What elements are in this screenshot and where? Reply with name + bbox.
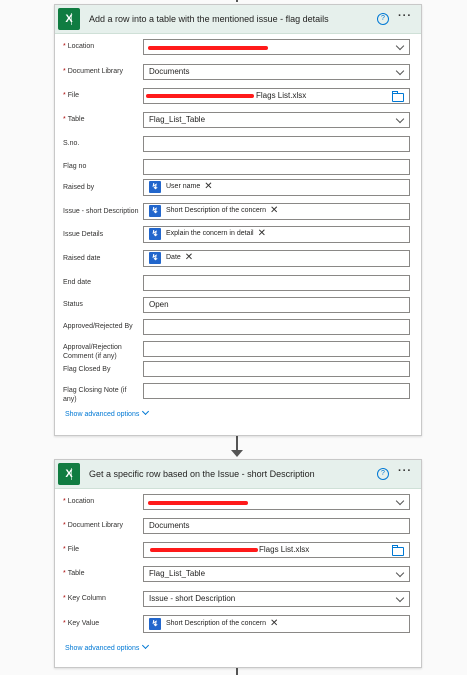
- card-title: Add a row into a table with the mentione…: [89, 14, 329, 24]
- excel-icon: X: [58, 463, 80, 485]
- end-date-input[interactable]: [143, 275, 410, 291]
- raised-date-input[interactable]: ↯ Date ✕: [143, 250, 410, 267]
- help-icon[interactable]: ?: [377, 468, 389, 480]
- status-input[interactable]: Open: [143, 297, 410, 313]
- table-label: * Table: [63, 570, 85, 577]
- file-picker[interactable]: Flags List.xlsx: [143, 542, 410, 558]
- card-header[interactable]: X Get a specific row based on the Issue …: [55, 460, 421, 489]
- chevron-down-icon: [142, 407, 150, 416]
- issue-short-description-label: Issue - short Description: [63, 208, 139, 215]
- approved-rejected-by-label: Approved/Rejected By: [63, 323, 133, 330]
- document-library-label: * Document Library: [63, 522, 123, 529]
- file-label: * File: [63, 92, 80, 99]
- flag-no-input[interactable]: [143, 159, 410, 175]
- user-icon: ↯: [149, 205, 161, 217]
- raised-by-label: Raised by: [63, 184, 95, 191]
- file-picker[interactable]: Flags List.xlsx: [143, 88, 410, 104]
- location-label: * Location: [63, 43, 95, 50]
- redaction-mark: [146, 94, 254, 98]
- top-connector: [236, 0, 238, 2]
- token-label: User name: [166, 183, 201, 190]
- raised-by-input[interactable]: ↯ User name ✕: [143, 179, 410, 196]
- location-label: * Location: [63, 498, 95, 505]
- document-library-dropdown[interactable]: Documents: [143, 64, 410, 80]
- approval-comment-label: Approval/Rejection Comment (if any): [63, 344, 122, 360]
- more-options-icon[interactable]: ···: [398, 10, 412, 22]
- key-value-input[interactable]: ↯ Short Description of the concern ✕: [143, 615, 410, 633]
- flag-closing-note-input[interactable]: [143, 383, 410, 399]
- approval-comment-input[interactable]: [143, 341, 410, 357]
- token-label: Short Description of the concern: [166, 207, 266, 214]
- remove-token-icon[interactable]: ✕: [258, 229, 266, 239]
- more-options-icon[interactable]: ···: [398, 465, 412, 477]
- chevron-down-icon: [142, 641, 150, 650]
- dynamic-content-token[interactable]: ↯ Short Description of the concern ✕: [149, 205, 278, 217]
- flag-closed-by-input[interactable]: [143, 361, 410, 377]
- sno-input[interactable]: [143, 136, 410, 152]
- key-column-label: * Key Column: [63, 595, 106, 602]
- document-library-label: * Document Library: [63, 68, 123, 75]
- flag-closed-by-label: Flag Closed By: [63, 366, 111, 373]
- flag-no-label: Flag no: [63, 163, 87, 170]
- user-icon: ↯: [149, 228, 161, 240]
- issue-details-input[interactable]: ↯ Explain the concern in detail ✕: [143, 226, 410, 243]
- dynamic-content-token[interactable]: ↯ Short Description of the concern ✕: [149, 618, 278, 630]
- issue-details-label: Issue Details: [63, 231, 104, 238]
- issue-short-description-input[interactable]: ↯ Short Description of the concern ✕: [143, 203, 410, 220]
- remove-token-icon[interactable]: ✕: [270, 619, 278, 629]
- folder-icon[interactable]: [392, 91, 404, 102]
- token-label: Explain the concern in detail: [166, 230, 254, 237]
- status-label: Status: [63, 301, 83, 308]
- dynamic-content-token[interactable]: ↯ Date ✕: [149, 252, 193, 264]
- flag-closing-note-label: Flag Closing Note (if any): [63, 387, 127, 403]
- user-icon: ↯: [149, 252, 161, 264]
- file-label: * File: [63, 546, 80, 553]
- token-label: Date: [166, 254, 181, 261]
- card-title: Get a specific row based on the Issue - …: [89, 469, 315, 479]
- remove-token-icon[interactable]: ✕: [270, 206, 278, 216]
- key-value-label: * Key Value: [63, 620, 100, 627]
- folder-icon[interactable]: [392, 545, 404, 556]
- file-name: Flags List.xlsx: [256, 91, 307, 100]
- token-label: Short Description of the concern: [166, 620, 266, 627]
- raised-date-label: Raised date: [63, 255, 101, 262]
- table-dropdown[interactable]: Flag_List_Table: [143, 566, 410, 582]
- location-dropdown[interactable]: [143, 39, 410, 55]
- show-advanced-options-link[interactable]: Show advanced options: [65, 641, 150, 652]
- approved-rejected-by-input[interactable]: [143, 319, 410, 335]
- middle-arrow-icon: [231, 450, 243, 457]
- get-row-action-card: X Get a specific row based on the Issue …: [54, 459, 422, 668]
- user-icon: ↯: [149, 618, 161, 630]
- dynamic-content-token[interactable]: ↯ User name ✕: [149, 181, 213, 193]
- user-icon: ↯: [149, 181, 161, 193]
- card-header[interactable]: X Add a row into a table with the mentio…: [55, 5, 421, 34]
- redaction-mark: [148, 501, 248, 505]
- table-dropdown[interactable]: Flag_List_Table: [143, 112, 410, 128]
- redaction-mark: [148, 46, 268, 50]
- end-date-label: End date: [63, 279, 92, 286]
- file-name: Flags List.xlsx: [259, 545, 310, 554]
- location-dropdown[interactable]: [143, 494, 410, 510]
- help-icon[interactable]: ?: [377, 13, 389, 25]
- table-label: * Table: [63, 116, 85, 123]
- show-advanced-options-link[interactable]: Show advanced options: [65, 407, 150, 418]
- key-column-dropdown[interactable]: Issue - short Description: [143, 591, 410, 607]
- middle-connector: [236, 434, 238, 451]
- add-row-action-card: X Add a row into a table with the mentio…: [54, 4, 422, 436]
- remove-token-icon[interactable]: ✕: [185, 253, 193, 263]
- sno-label: S.no.: [63, 140, 80, 147]
- dynamic-content-token[interactable]: ↯ Explain the concern in detail ✕: [149, 228, 266, 240]
- remove-token-icon[interactable]: ✕: [204, 182, 212, 192]
- redaction-mark: [150, 548, 258, 552]
- excel-icon: X: [58, 8, 80, 30]
- document-library-dropdown[interactable]: Documents: [143, 518, 410, 534]
